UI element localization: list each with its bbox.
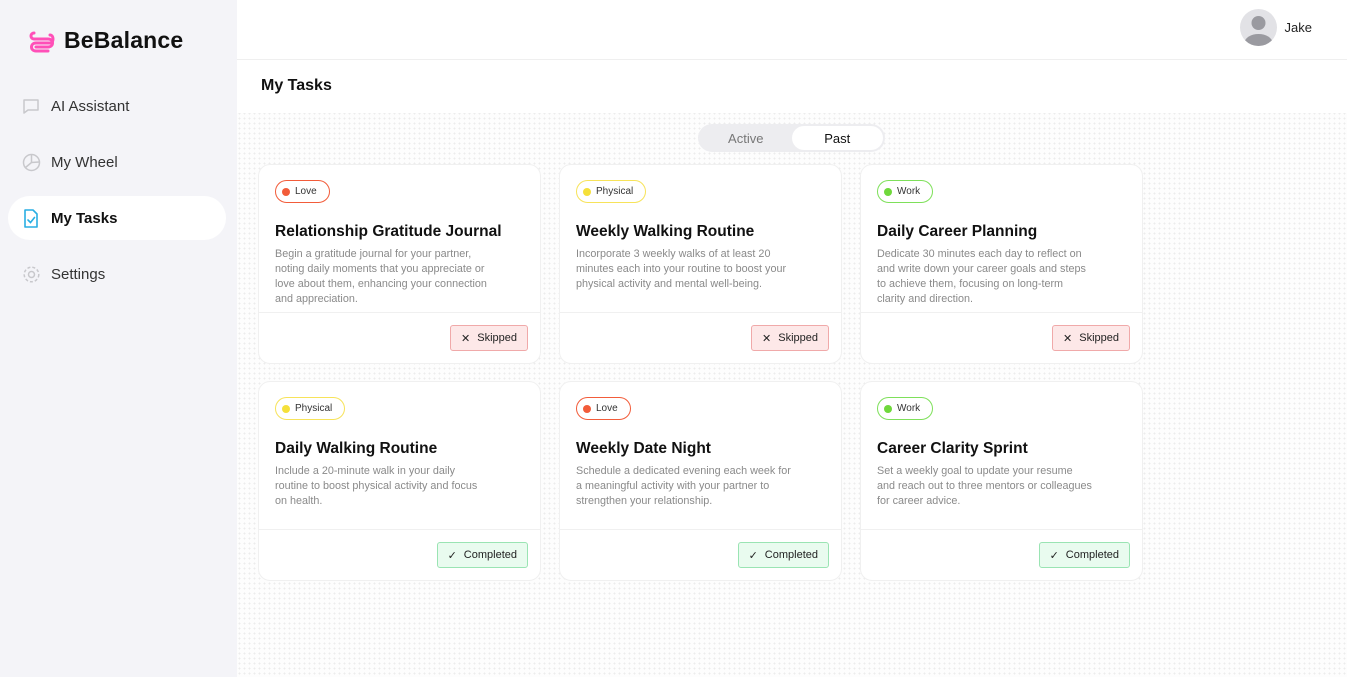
page-title: My Tasks bbox=[261, 77, 332, 94]
task-card[interactable]: Physical Weekly Walking Routine Incorporat… bbox=[559, 164, 842, 364]
task-card-body: Love Relationship Gratitude Journal Begin … bbox=[259, 165, 540, 312]
avatar bbox=[1239, 9, 1277, 46]
category-tag: Love bbox=[275, 180, 330, 203]
sidebar-item-my-wheel[interactable]: My Wheel bbox=[8, 140, 226, 184]
task-description: Schedule a dedicated evening each week f… bbox=[576, 465, 791, 507]
x-icon: ✕ bbox=[1063, 332, 1073, 345]
wheel-icon bbox=[21, 152, 41, 172]
task-description: Set a weekly goal to update your resume … bbox=[877, 465, 1092, 507]
category-dot-icon bbox=[282, 404, 290, 413]
category-tag: Love bbox=[576, 397, 631, 420]
task-card-footer: ✓ Completed bbox=[259, 529, 540, 580]
status-badge: ✕ Skipped bbox=[1052, 325, 1130, 351]
task-title: Daily Career Planning bbox=[877, 223, 1038, 240]
toggle-active[interactable]: Active bbox=[700, 126, 792, 150]
task-card-body: Work Career Clarity Sprint Set a weekly go… bbox=[861, 382, 1142, 529]
tasks-icon bbox=[21, 208, 41, 228]
category-label: Work bbox=[897, 403, 921, 414]
category-label: Physical bbox=[295, 403, 333, 414]
brand-logo-icon bbox=[28, 29, 56, 53]
sidebar-item-ai-assistant[interactable]: AI Assistant bbox=[8, 84, 226, 128]
task-description: Dedicate 30 minutes each day to reflect … bbox=[877, 248, 1086, 305]
task-card-body: Physical Weekly Walking Routine Incorporat… bbox=[560, 165, 841, 312]
sidebar-item-label: Settings bbox=[51, 265, 106, 283]
category-dot-icon bbox=[282, 187, 290, 196]
sidebar-item-label: AI Assistant bbox=[51, 97, 130, 115]
status-label: Completed bbox=[1065, 549, 1119, 561]
category-label: Work bbox=[897, 186, 921, 197]
task-title: Relationship Gratitude Journal bbox=[275, 223, 502, 240]
status-badge: ✕ Skipped bbox=[450, 325, 528, 351]
task-card-footer: ✕ Skipped bbox=[861, 312, 1142, 363]
task-card[interactable]: Work Daily Career Planning Dedicate 30 min… bbox=[860, 164, 1143, 364]
sidebar-nav: AI Assistant My Wheel My Tasks Settings bbox=[8, 84, 226, 308]
task-card-body: Love Weekly Date Night Schedule a dedicate… bbox=[560, 382, 841, 529]
sidebar-item-my-tasks[interactable]: My Tasks bbox=[8, 196, 226, 240]
task-card-footer: ✓ Completed bbox=[560, 529, 841, 580]
status-badge: ✓ Completed bbox=[436, 542, 528, 568]
category-tag: Physical bbox=[576, 180, 647, 203]
category-label: Love bbox=[295, 186, 317, 197]
task-card-footer: ✓ Completed bbox=[861, 529, 1142, 580]
gear-icon bbox=[21, 264, 41, 284]
top-bar: Jake bbox=[237, 0, 1347, 60]
brand[interactable]: BeBalance bbox=[28, 27, 183, 54]
sidebar: BeBalance AI Assistant My Wheel My Tasks… bbox=[0, 0, 237, 677]
status-badge: ✓ Completed bbox=[1038, 542, 1130, 568]
check-icon: ✓ bbox=[1049, 549, 1059, 562]
toggle-past[interactable]: Past bbox=[791, 126, 883, 150]
task-card-footer: ✕ Skipped bbox=[259, 312, 540, 363]
sidebar-item-settings[interactable]: Settings bbox=[8, 252, 226, 296]
x-icon: ✕ bbox=[762, 332, 772, 345]
task-card[interactable]: Work Career Clarity Sprint Set a weekly go… bbox=[860, 381, 1143, 581]
check-icon: ✓ bbox=[447, 549, 457, 562]
status-badge: ✓ Completed bbox=[737, 542, 829, 568]
task-description: Begin a gratitude journal for your partn… bbox=[275, 248, 487, 305]
brand-name: BeBalance bbox=[64, 27, 184, 53]
task-card-footer: ✕ Skipped bbox=[560, 312, 841, 363]
task-title: Career Clarity Sprint bbox=[877, 440, 1028, 457]
task-card[interactable]: Love Relationship Gratitude Journal Begin … bbox=[258, 164, 541, 364]
category-tag: Work bbox=[877, 180, 934, 203]
category-label: Physical bbox=[596, 186, 634, 197]
task-card-body: Physical Daily Walking Routine Include a 2… bbox=[259, 382, 540, 529]
category-dot-icon bbox=[884, 404, 892, 413]
status-label: Completed bbox=[764, 549, 818, 561]
task-card[interactable]: Love Weekly Date Night Schedule a dedicate… bbox=[559, 381, 842, 581]
status-label: Skipped bbox=[778, 332, 818, 344]
chat-icon bbox=[21, 96, 41, 116]
task-title: Weekly Date Night bbox=[576, 440, 711, 457]
task-description: Include a 20-minute walk in your daily r… bbox=[275, 465, 478, 507]
category-dot-icon bbox=[583, 187, 591, 196]
user-name: Jake bbox=[1284, 20, 1312, 35]
category-dot-icon bbox=[884, 187, 892, 196]
check-icon: ✓ bbox=[748, 549, 758, 562]
status-label: Skipped bbox=[477, 332, 517, 344]
category-label: Love bbox=[596, 403, 618, 414]
user-menu[interactable]: Jake bbox=[1239, 9, 1312, 46]
task-filter-toggle: Active Past bbox=[698, 124, 885, 152]
category-tag: Physical bbox=[275, 397, 346, 420]
status-label: Completed bbox=[463, 549, 517, 561]
sidebar-item-label: My Wheel bbox=[51, 153, 118, 171]
category-dot-icon bbox=[583, 404, 591, 413]
page-header: My Tasks bbox=[237, 61, 1347, 113]
task-card[interactable]: Physical Daily Walking Routine Include a 2… bbox=[258, 381, 541, 581]
category-tag: Work bbox=[877, 397, 934, 420]
task-description: Incorporate 3 weekly walks of at least 2… bbox=[576, 248, 787, 290]
task-title: Weekly Walking Routine bbox=[576, 223, 755, 240]
status-badge: ✕ Skipped bbox=[751, 325, 829, 351]
task-title: Daily Walking Routine bbox=[275, 440, 438, 457]
x-icon: ✕ bbox=[461, 332, 471, 345]
main-content: My Tasks Active Past Love Relationship Gr… bbox=[237, 61, 1347, 677]
task-card-body: Work Daily Career Planning Dedicate 30 min… bbox=[861, 165, 1142, 312]
status-label: Skipped bbox=[1079, 332, 1119, 344]
sidebar-item-label: My Tasks bbox=[51, 209, 118, 227]
